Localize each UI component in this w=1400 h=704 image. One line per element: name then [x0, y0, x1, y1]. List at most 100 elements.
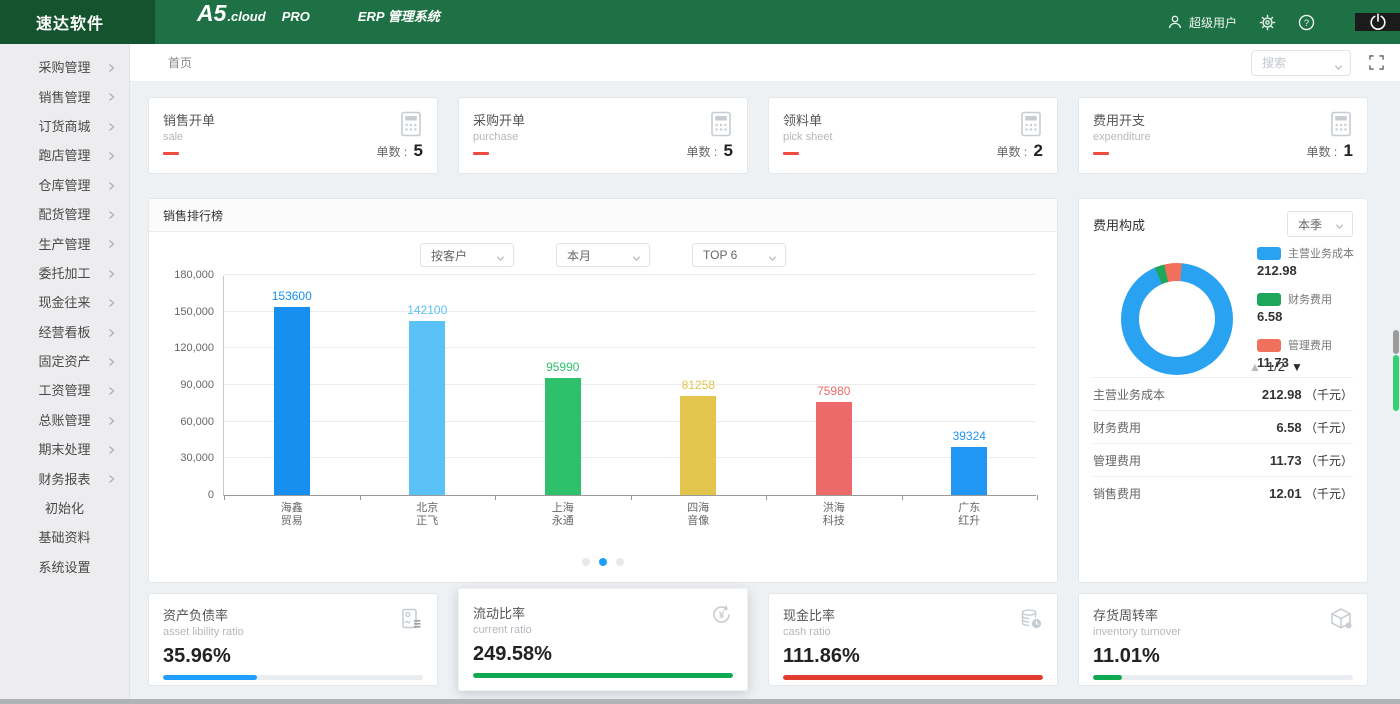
x-axis-tick — [766, 495, 767, 500]
sidebar-item[interactable]: 经营看板 — [0, 317, 129, 346]
stat-count: 单数 : 5 — [377, 141, 424, 161]
carousel-dot[interactable] — [616, 558, 624, 566]
legend-swatch — [1257, 293, 1281, 306]
chevron-right-icon — [107, 237, 116, 252]
ratio-progress-fill — [473, 673, 733, 678]
expense-period-select[interactable]: 本季 — [1287, 211, 1353, 237]
chevron-right-icon — [107, 149, 116, 164]
stat-card[interactable]: 领料单pick sheet单数 : 2 — [768, 97, 1058, 174]
sidebar-item-label: 总账管理 — [38, 410, 90, 429]
x-axis-tick — [360, 495, 361, 500]
ratio-card[interactable]: 资产负债率asset libility ratio35.96% — [148, 593, 438, 686]
red-dash — [783, 152, 799, 155]
help-icon[interactable]: ? — [1298, 14, 1315, 31]
brand-cloud: .cloud — [227, 9, 265, 24]
sidebar-item[interactable]: 销售管理 — [0, 81, 129, 110]
stat-card[interactable]: 采购开单purchase单数 : 5 — [458, 97, 748, 174]
stat-card[interactable]: 费用开支expenditure单数 : 1 — [1078, 97, 1368, 174]
sidebar-item[interactable]: 现金往来 — [0, 287, 129, 316]
y-axis-tick-label: 90,000 — [152, 379, 214, 391]
expense-row-unit: （千元） — [1305, 454, 1353, 468]
calculator-icon — [1017, 110, 1045, 143]
chart-filter-select[interactable]: 按客户 — [420, 243, 514, 267]
chart-filter-select[interactable]: TOP 6 — [692, 243, 786, 267]
chart-filter-select[interactable]: 本月 — [556, 243, 650, 267]
expense-row: 财务费用6.58 （千元） — [1093, 410, 1353, 443]
dashboard-content: 销售开单sale单数 : 5 采购开单purchase单数 : 5 领料单pick … — [130, 82, 1400, 691]
expense-row-value: 12.01 （千元） — [1269, 485, 1353, 502]
ratio-progress-track — [783, 675, 1043, 680]
sidebar-item[interactable]: 总账管理 — [0, 405, 129, 434]
sidebar-item[interactable]: 委托加工 — [0, 258, 129, 287]
stat-card-title: 采购开单 — [473, 110, 733, 129]
bar-chart-plot: 030,00060,00090,000120,000150,000180,000… — [223, 276, 1036, 496]
red-dash — [163, 152, 179, 155]
y-axis-tick-label: 60,000 — [152, 416, 214, 428]
x-axis-category-label: 海鑫贸易 — [247, 502, 337, 528]
ratio-card[interactable]: 流动比率current ratio249.58%¥ — [458, 588, 748, 691]
ratio-card-title: 流动比率 — [473, 603, 733, 622]
brand-pro: PRO — [282, 9, 310, 24]
pager-down-icon[interactable]: ▼ — [1291, 360, 1303, 374]
search-wrap — [1251, 50, 1351, 76]
brand-a5: A5 — [197, 0, 226, 27]
bar-value-label: 39324 — [924, 429, 1014, 443]
user-menu[interactable]: 超级用户 — [1167, 14, 1237, 31]
sidebar-item[interactable]: 工资管理 — [0, 375, 129, 404]
ratio-card-subtitle: cash ratio — [783, 626, 1043, 638]
expense-row-value: 11.73 （千元） — [1270, 452, 1353, 469]
bar[interactable] — [274, 307, 310, 495]
ratio-card-title: 存货周转率 — [1093, 605, 1353, 624]
fullscreen-icon[interactable] — [1369, 55, 1384, 70]
settings-gear-icon[interactable] — [1259, 14, 1276, 31]
legend-value: 6.58 — [1257, 309, 1354, 324]
y-axis-tick-label: 30,000 — [152, 452, 214, 464]
chevron-down-icon — [768, 252, 777, 266]
stat-card[interactable]: 销售开单sale单数 : 5 — [148, 97, 438, 174]
ratio-progress-fill — [163, 675, 257, 680]
stat-card-title: 销售开单 — [163, 110, 423, 129]
chevron-right-icon — [107, 267, 116, 282]
bar[interactable] — [680, 396, 716, 495]
gridline — [224, 384, 1036, 385]
scrollbar-thumb-gray[interactable] — [1393, 330, 1399, 354]
sidebar-item-label: 工资管理 — [38, 380, 90, 399]
sidebar-item[interactable]: 跑店管理 — [0, 140, 129, 169]
sidebar-item-label: 基础资料 — [38, 527, 90, 546]
chevron-right-icon — [107, 179, 116, 194]
expense-row-value: 212.98 （千元） — [1262, 386, 1353, 403]
bar[interactable] — [409, 321, 445, 495]
sidebar-item[interactable]: 系统设置 — [0, 552, 129, 581]
sidebar-item-label: 采购管理 — [38, 57, 90, 76]
ratio-card[interactable]: 存货周转率inventory turnover11.01% — [1078, 593, 1368, 686]
y-axis-tick-label: 120,000 — [152, 342, 214, 354]
scrollbar-thumb-green[interactable] — [1393, 355, 1399, 411]
refresh-yen-icon: ¥ — [708, 601, 735, 633]
sidebar-item[interactable]: 采购管理 — [0, 52, 129, 81]
ratio-progress-fill — [783, 675, 1043, 680]
ratio-progress-track — [163, 675, 423, 680]
carousel-dot[interactable] — [582, 558, 590, 566]
sidebar-item[interactable]: 初始化 — [0, 493, 129, 522]
sidebar-item[interactable]: 基础资料 — [0, 522, 129, 551]
stat-count: 单数 : 1 — [1307, 141, 1354, 161]
logout-power-button[interactable] — [1355, 13, 1400, 31]
bar[interactable] — [545, 378, 581, 495]
gridline — [224, 347, 1036, 348]
sidebar-item[interactable]: 固定资产 — [0, 346, 129, 375]
sidebar-item[interactable]: 财务报表 — [0, 463, 129, 492]
sidebar-item[interactable]: 仓库管理 — [0, 170, 129, 199]
stat-card-row: 销售开单sale单数 : 5 采购开单purchase单数 : 5 领料单pick … — [148, 97, 1368, 174]
sidebar-item[interactable]: 期末处理 — [0, 434, 129, 463]
page-scrollbar[interactable] — [1393, 330, 1399, 411]
pager-up-icon[interactable]: ▲ — [1249, 360, 1261, 374]
bar[interactable] — [816, 402, 852, 495]
bar[interactable] — [951, 447, 987, 495]
carousel-dot-active[interactable] — [599, 558, 607, 566]
sidebar-item[interactable]: 生产管理 — [0, 228, 129, 257]
sidebar-item[interactable]: 订货商城 — [0, 111, 129, 140]
sidebar-item-label: 配货管理 — [38, 204, 90, 223]
ratio-card[interactable]: 现金比率cash ratio111.86% — [768, 593, 1058, 686]
breadcrumb-home[interactable]: 首页 — [168, 54, 192, 71]
sidebar-item[interactable]: 配货管理 — [0, 199, 129, 228]
